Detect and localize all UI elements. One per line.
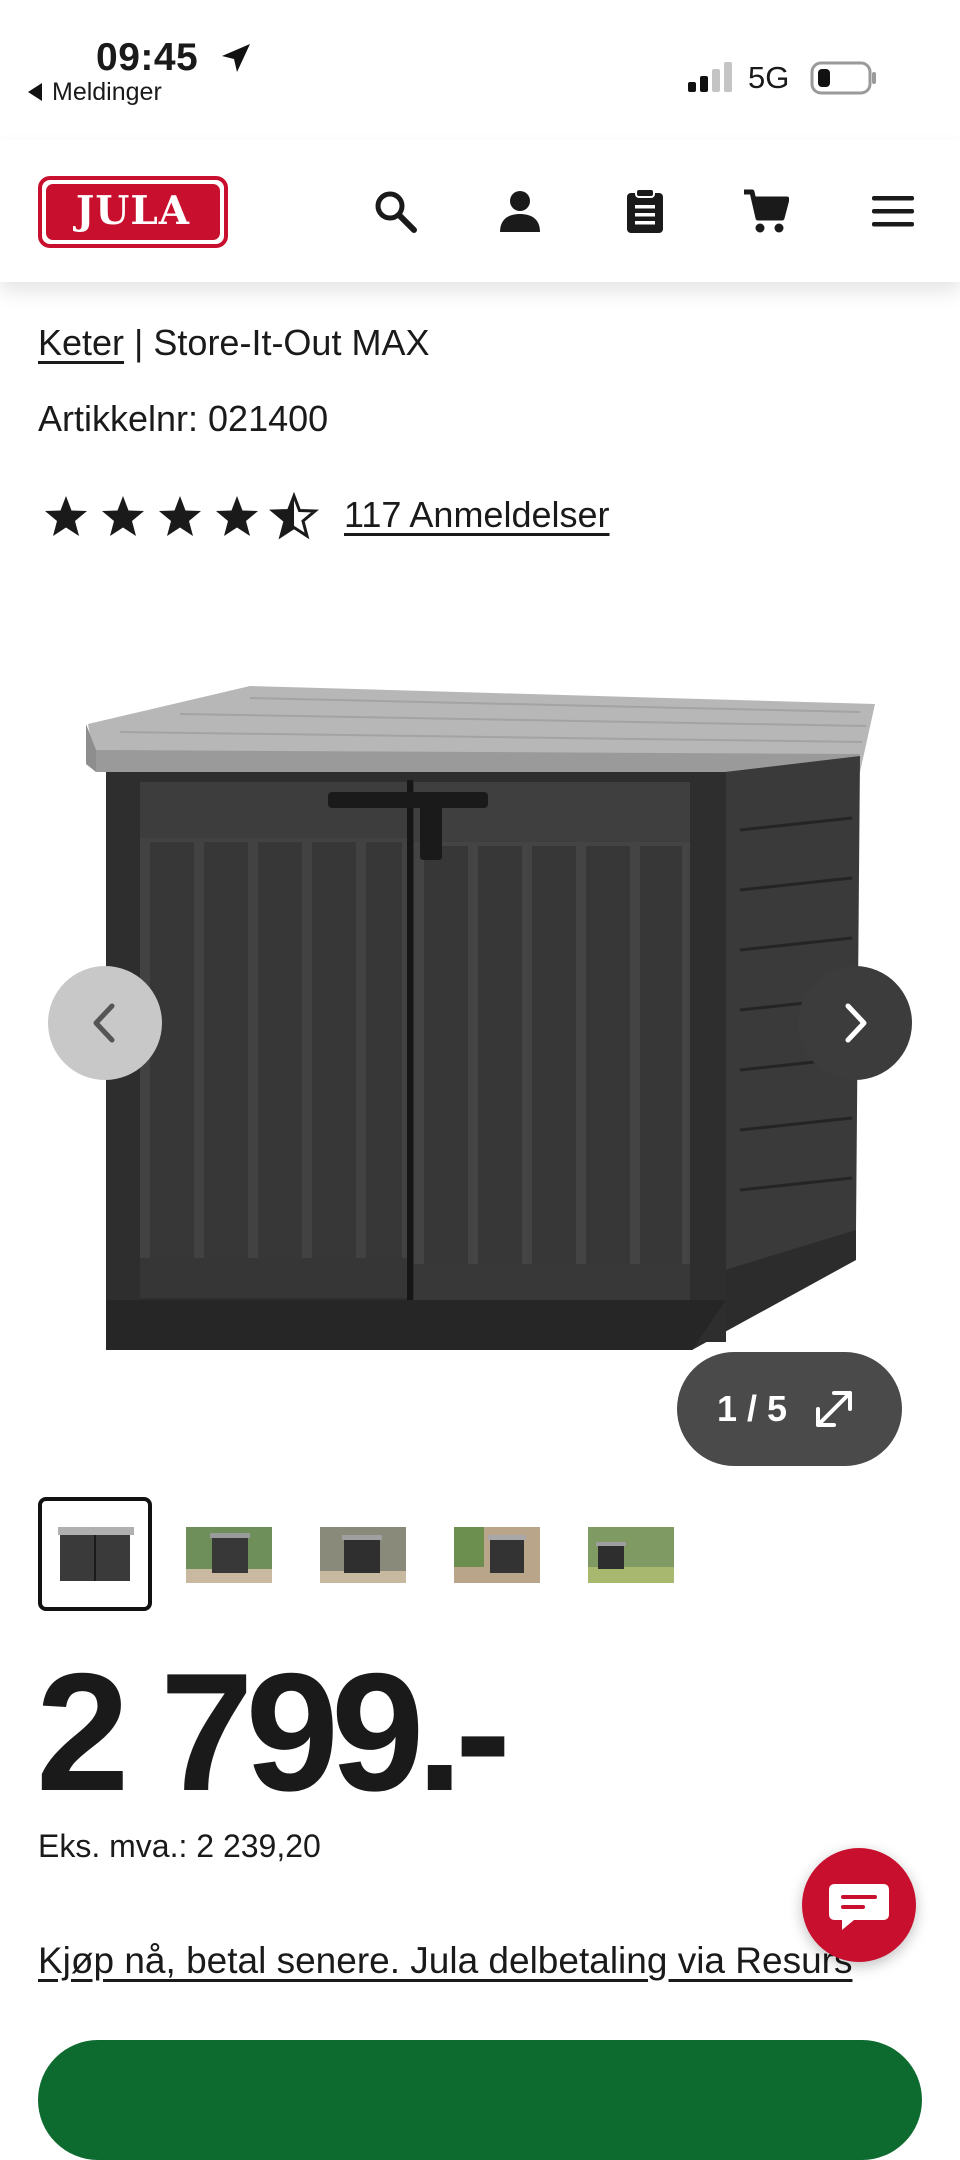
star-icon — [216, 496, 258, 536]
chat-button[interactable] — [802, 1848, 916, 1962]
cart-icon — [458, 2066, 502, 2096]
thumbnail-image — [588, 1527, 674, 1583]
product-name: Store-It-Out MAX — [153, 322, 430, 363]
status-bar: 09:45 Meldinger 5G — [0, 0, 960, 140]
gallery-counter-button[interactable]: 1 / 5 — [677, 1352, 902, 1466]
location-arrow-icon — [222, 44, 250, 72]
thumbnail-2[interactable] — [172, 1497, 286, 1611]
battery-icon — [810, 61, 876, 95]
article-number: Artikkelnr: 021400 — [38, 398, 329, 439]
signal-icon — [688, 62, 732, 92]
account-icon[interactable] — [497, 188, 543, 234]
menu-icon[interactable] — [870, 188, 916, 234]
rating-stars — [45, 494, 317, 538]
chat-bubble-icon — [829, 1884, 889, 1930]
chevron-left-icon — [93, 1003, 115, 1043]
back-triangle-icon — [28, 83, 42, 101]
star-icon — [45, 496, 87, 536]
status-time: 09:45 — [96, 36, 199, 79]
search-icon[interactable] — [372, 188, 418, 234]
thumbnail-1[interactable] — [38, 1497, 152, 1611]
gallery-prev-button[interactable] — [48, 966, 162, 1080]
gallery-next-button[interactable] — [798, 966, 912, 1080]
add-to-cart-button[interactable] — [38, 2040, 922, 2160]
product-title: Keter | Store-It-Out MAX — [38, 322, 429, 364]
logo-background: JULA — [46, 184, 220, 240]
price: 2 799.- — [36, 1638, 511, 1826]
thumbnail-4[interactable] — [440, 1497, 554, 1611]
chevron-right-icon — [845, 1003, 867, 1043]
thumbnail-image — [320, 1527, 406, 1583]
star-icon — [159, 496, 201, 536]
gallery-counter: 1 / 5 — [717, 1388, 788, 1429]
logo-text: JULA — [75, 188, 191, 234]
star-icon — [102, 496, 144, 536]
thumbnail-image — [58, 1527, 134, 1581]
cart-icon[interactable] — [743, 188, 789, 234]
brand-link[interactable]: Keter — [38, 322, 124, 363]
title-separator: | — [124, 322, 154, 363]
thumbnail-3[interactable] — [306, 1497, 420, 1611]
jula-logo[interactable]: JULA — [38, 176, 228, 248]
back-label: Meldinger — [52, 78, 162, 106]
thumbnail-5[interactable] — [574, 1497, 688, 1611]
installment-link[interactable]: Kjøp nå, betal senere. Jula delbetaling … — [38, 1940, 852, 1982]
network-type: 5G — [748, 60, 790, 95]
fullscreen-icon — [816, 1391, 852, 1427]
price-ex-vat: Eks. mva.: 2 239,20 — [38, 1828, 321, 1864]
thumbnail-image — [454, 1527, 540, 1583]
reviews-link[interactable]: 117 Anmeldelser — [344, 494, 610, 536]
thumbnail-image — [186, 1527, 272, 1583]
shopping-list-icon[interactable] — [622, 188, 668, 234]
back-to-messages-link[interactable]: Meldinger — [28, 78, 162, 107]
site-header: JULA — [0, 140, 960, 282]
